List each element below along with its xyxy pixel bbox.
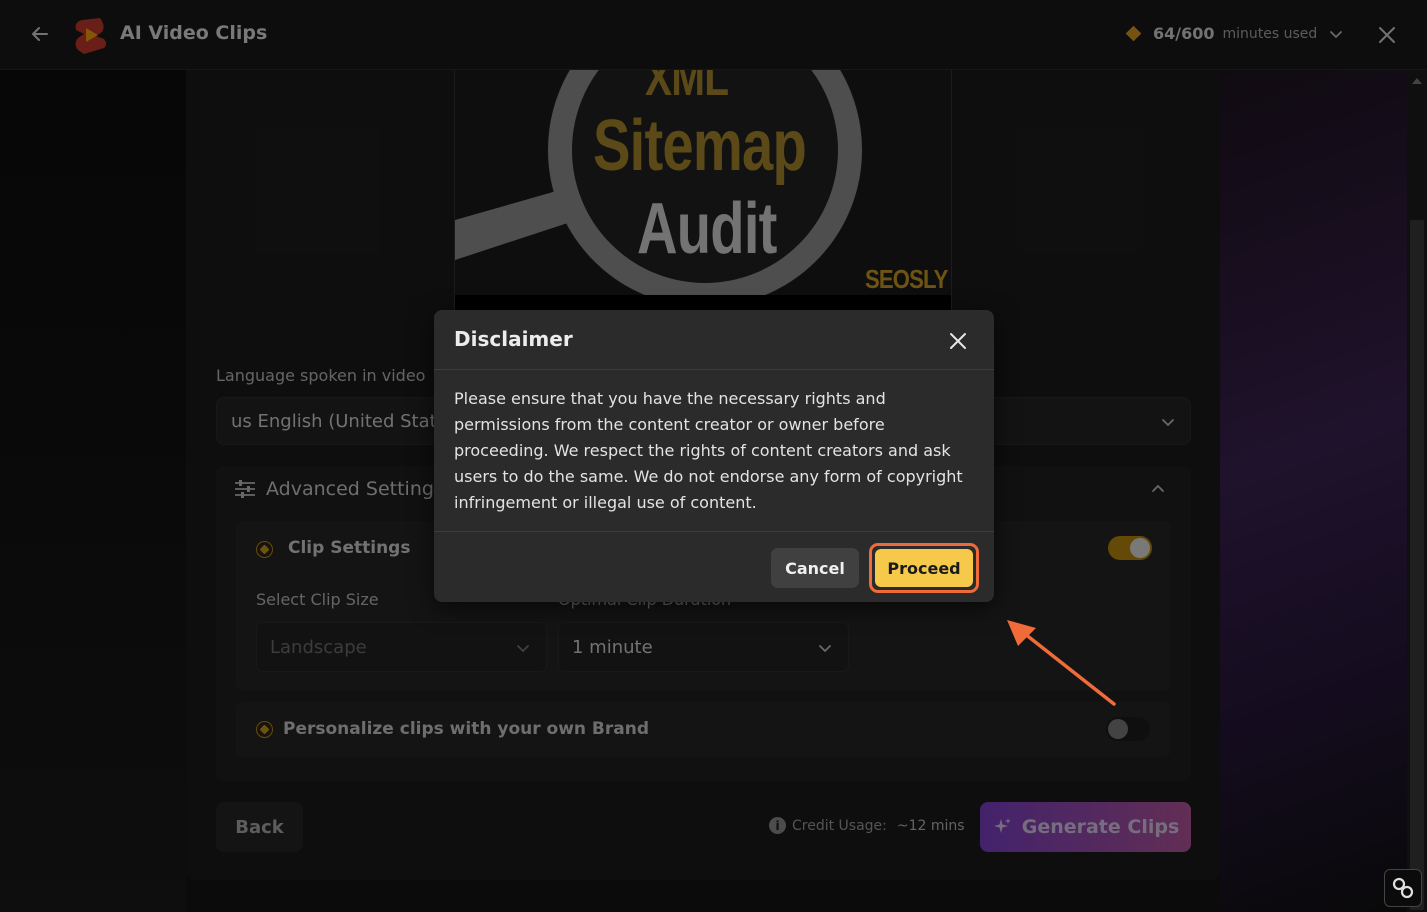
crown-icon bbox=[256, 721, 273, 738]
modal-title: Disclaimer bbox=[454, 327, 573, 351]
back-button[interactable]: Back bbox=[216, 802, 303, 852]
clip-size-select[interactable]: Landscape bbox=[256, 622, 547, 672]
close-icon[interactable] bbox=[1376, 24, 1398, 46]
clip-settings-title: Clip Settings bbox=[288, 538, 411, 558]
back-arrow-icon[interactable] bbox=[28, 22, 52, 46]
chevron-down-icon bbox=[1162, 419, 1174, 427]
disclaimer-modal: Disclaimer Please ensure that you have t… bbox=[434, 310, 994, 602]
scroll-thumb[interactable] bbox=[1410, 220, 1424, 910]
generate-clips-label: Generate Clips bbox=[1021, 816, 1180, 838]
cancel-button[interactable]: Cancel bbox=[771, 548, 859, 588]
modal-divider bbox=[434, 369, 994, 370]
language-label: Language spoken in video bbox=[216, 366, 426, 385]
annotation-arrow-icon bbox=[1007, 620, 1116, 706]
top-bar: AI Video Clips 64/600 minutes used bbox=[0, 0, 1427, 70]
background-right bbox=[1220, 70, 1407, 912]
clip-duration-value: 1 minute bbox=[572, 636, 653, 658]
chevron-down-icon bbox=[1330, 30, 1343, 38]
modal-body: Please ensure that you have the necessar… bbox=[454, 389, 963, 512]
close-icon[interactable] bbox=[947, 330, 969, 352]
thumbnail-line2: Sitemap bbox=[593, 106, 807, 186]
proceed-highlight: Proceed bbox=[869, 543, 979, 593]
proceed-button[interactable]: Proceed bbox=[875, 549, 973, 587]
credit-usage: i Credit Usage: ~12 mins bbox=[769, 817, 965, 834]
clip-size-value: Landscape bbox=[270, 636, 367, 658]
modal-divider bbox=[434, 531, 994, 532]
scrollbar[interactable] bbox=[1407, 70, 1427, 912]
clip-settings-toggle[interactable] bbox=[1108, 536, 1152, 560]
diamond-icon bbox=[1125, 25, 1142, 42]
logo-icon bbox=[75, 18, 106, 54]
chevron-down-icon bbox=[819, 645, 831, 653]
video-progress-bar bbox=[455, 295, 951, 310]
sliders-icon bbox=[235, 480, 255, 498]
brand-title: Personalize clips with your own Brand bbox=[283, 719, 650, 739]
app-title: AI Video Clips bbox=[120, 22, 268, 44]
chevron-up-icon bbox=[1152, 484, 1164, 492]
thumbnail-line3: Audit bbox=[637, 189, 777, 269]
link-icon bbox=[1392, 877, 1414, 899]
credit-label: Credit Usage: bbox=[792, 817, 887, 834]
info-icon: i bbox=[769, 817, 786, 834]
background-left bbox=[0, 70, 186, 912]
link-widget[interactable] bbox=[1384, 869, 1422, 907]
thumbnail-line1: XML bbox=[645, 70, 729, 107]
video-thumbnail: XML Sitemap Audit SEOSLY bbox=[454, 70, 952, 310]
advanced-settings-title: Advanced Settings bbox=[266, 478, 444, 500]
scroll-up-icon[interactable] bbox=[1412, 78, 1422, 84]
usage-dropdown[interactable]: 64/600 minutes used bbox=[1125, 24, 1343, 43]
clip-duration-select[interactable]: 1 minute bbox=[558, 622, 849, 672]
crown-icon bbox=[256, 541, 273, 558]
thumbnail-brand: SEOSLY bbox=[865, 264, 948, 294]
generate-clips-button[interactable]: Generate Clips bbox=[980, 802, 1191, 852]
usage-label: minutes used bbox=[1222, 25, 1318, 42]
chevron-down-icon bbox=[517, 645, 529, 653]
sparkle-icon bbox=[993, 818, 1011, 833]
credit-value: ~12 mins bbox=[896, 817, 965, 834]
brand-toggle[interactable] bbox=[1106, 717, 1150, 741]
usage-count: 64/600 bbox=[1153, 24, 1215, 43]
clip-size-label: Select Clip Size bbox=[256, 590, 379, 609]
language-value: us English (United States) bbox=[231, 410, 465, 432]
